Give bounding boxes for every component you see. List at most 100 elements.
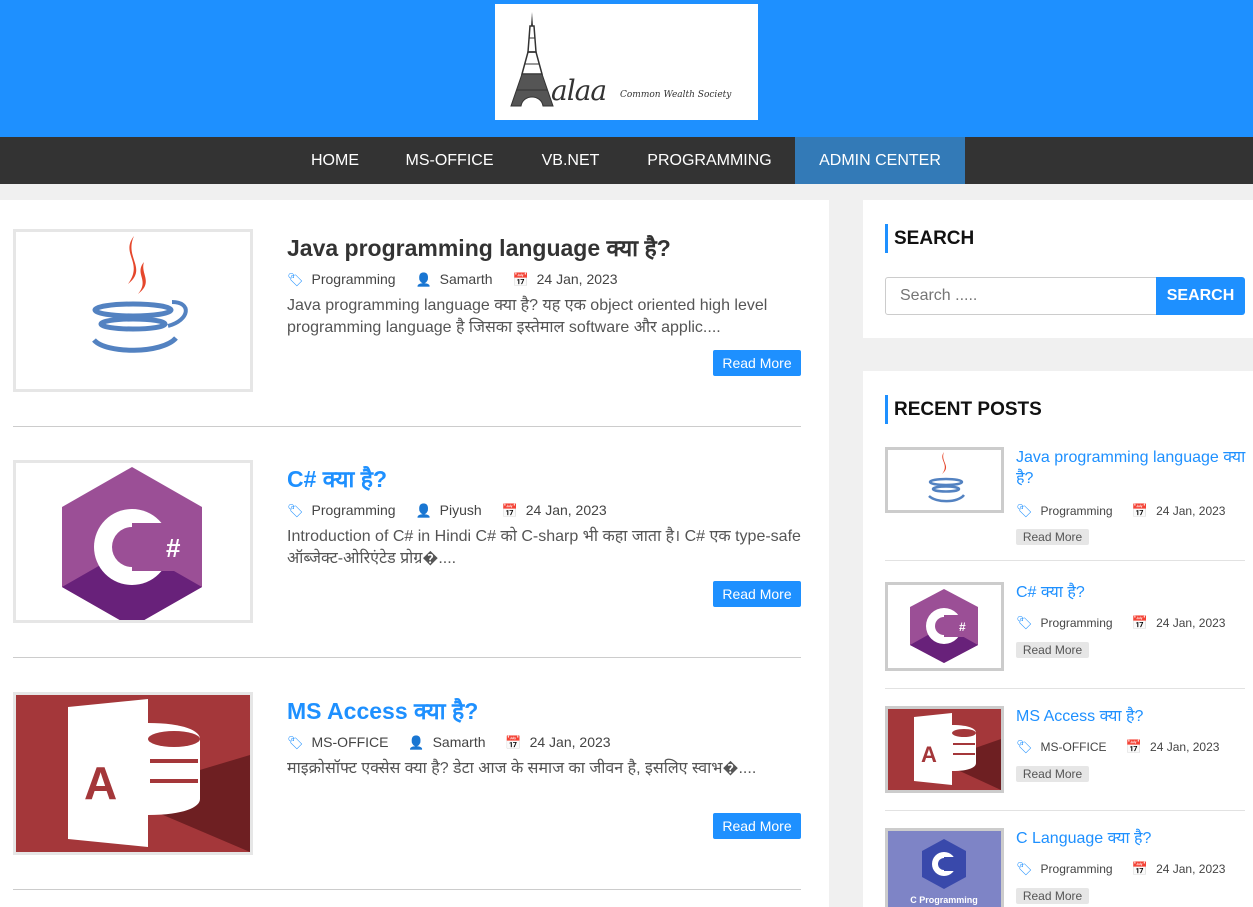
recent-post-category[interactable]: Programming	[1041, 504, 1113, 518]
divider	[13, 889, 801, 890]
ms-access-logo-icon: A	[16, 695, 250, 852]
post-date: 24 Jan, 2023	[536, 271, 618, 287]
tags-icon: 🏷	[287, 272, 304, 287]
recent-post-thumbnail[interactable]: A	[885, 706, 1004, 793]
recent-posts-widget: RECENT POSTS Java programming language क…	[863, 371, 1253, 907]
nav-ms-office[interactable]: MS-OFFICE	[394, 137, 505, 184]
post-category[interactable]: MS-OFFICE	[312, 734, 389, 750]
read-more-button[interactable]: Read More	[713, 813, 801, 839]
post-category[interactable]: Programming	[312, 502, 396, 518]
csharp-logo-icon: #	[62, 467, 202, 620]
nav-vb-net[interactable]: VB.NET	[529, 137, 612, 184]
site-header: alaa Common Wealth Society	[0, 0, 1253, 137]
recent-post-item: A MS Access क्या है? 🏷 MS-OFFICE 📅 24 Jan,…	[885, 706, 1245, 794]
recent-read-more-button[interactable]: Read More	[1016, 766, 1089, 782]
recent-post-meta: 🏷 Programming 📅 24 Jan, 2023	[1016, 503, 1241, 519]
recent-post-item: C Programming C Language क्या है? 🏷 Progr…	[885, 828, 1245, 907]
post-excerpt: Java programming language क्या है? यह एक…	[287, 297, 768, 336]
divider	[13, 657, 801, 658]
post-title[interactable]: MS Access क्या है?	[287, 694, 478, 726]
nav-admin-center[interactable]: ADMIN CENTER	[795, 137, 965, 184]
post-item: # C# क्या है? 🏷 Programming 👤 Piyush 📅 24 J…	[13, 460, 801, 625]
divider	[13, 426, 801, 427]
search-widget-title: SEARCH	[885, 224, 974, 253]
user-icon: 👤	[415, 272, 432, 287]
post-category[interactable]: Programming	[312, 271, 396, 287]
main-nav: HOME MS-OFFICE VB.NET PROGRAMMING ADMIN …	[0, 137, 1253, 184]
tags-icon: 🏷	[1016, 739, 1033, 754]
calendar-icon: 📅	[501, 503, 518, 518]
eiffel-tower-icon	[510, 12, 554, 107]
recent-read-more-button[interactable]: Read More	[1016, 642, 1089, 658]
post-thumbnail[interactable]: A	[13, 692, 253, 855]
recent-post-meta: 🏷 Programming 📅 24 Jan, 2023	[1016, 861, 1241, 877]
tags-icon: 🏷	[1016, 615, 1033, 630]
recent-post-category[interactable]: Programming	[1041, 616, 1113, 630]
java-logo-icon	[92, 236, 188, 353]
logo-text: alaa	[551, 74, 607, 107]
post-item: A MS Access क्या है? 🏷 MS-OFFICE 👤 Samarth…	[13, 692, 801, 857]
nav-home[interactable]: HOME	[300, 137, 370, 184]
calendar-icon: 📅	[505, 735, 522, 750]
post-title[interactable]: Java programming language क्या है?	[287, 231, 671, 263]
recent-posts-title: RECENT POSTS	[885, 395, 1042, 424]
recent-post-date: 24 Jan, 2023	[1156, 504, 1226, 518]
thumb-caption: C Programming	[910, 895, 978, 905]
recent-read-more-button[interactable]: Read More	[1016, 888, 1089, 904]
recent-post-meta: 🏷 MS-OFFICE 📅 24 Jan, 2023	[1016, 739, 1235, 755]
post-item: Java programming language क्या है? 🏷 Prog…	[13, 229, 801, 394]
tags-icon: 🏷	[287, 735, 304, 750]
post-thumbnail[interactable]: #	[13, 460, 253, 623]
post-thumbnail[interactable]	[13, 229, 253, 392]
post-date: 24 Jan, 2023	[529, 734, 611, 750]
recent-post-title[interactable]: MS Access क्या है?	[1016, 706, 1246, 727]
svg-text:A: A	[921, 742, 937, 767]
post-author[interactable]: Samarth	[440, 271, 493, 287]
ms-access-logo-icon: A	[888, 709, 1001, 790]
recent-post-category[interactable]: MS-OFFICE	[1041, 740, 1107, 754]
tags-icon: 🏷	[287, 503, 304, 518]
recent-post-title[interactable]: C Language क्या है?	[1016, 828, 1246, 849]
recent-post-thumbnail[interactable]	[885, 447, 1004, 513]
svg-text:A: A	[84, 757, 117, 809]
recent-post-title[interactable]: Java programming language क्या है?	[1016, 447, 1246, 489]
user-icon: 👤	[415, 503, 432, 518]
recent-post-meta: 🏷 Programming 📅 24 Jan, 2023	[1016, 615, 1241, 631]
calendar-icon: 📅	[1125, 739, 1143, 754]
post-author[interactable]: Samarth	[433, 734, 486, 750]
recent-post-thumbnail[interactable]: #	[885, 582, 1004, 671]
post-excerpt: Introduction of C# in Hindi C# को C-shar…	[287, 528, 801, 567]
c-language-logo-icon: C Programming	[888, 831, 1001, 907]
read-more-button[interactable]: Read More	[713, 350, 801, 376]
calendar-icon: 📅	[1131, 503, 1149, 518]
recent-post-item: Java programming language क्या है? 🏷 Prog…	[885, 447, 1245, 557]
post-meta: 🏷 Programming 👤 Samarth 📅 24 Jan, 2023	[287, 271, 634, 288]
divider	[885, 688, 1245, 689]
logo-subtitle: Common Wealth Society	[620, 90, 732, 100]
divider	[885, 810, 1245, 811]
calendar-icon: 📅	[1131, 615, 1149, 630]
nav-programming[interactable]: PROGRAMMING	[636, 137, 783, 184]
recent-read-more-button[interactable]: Read More	[1016, 529, 1089, 545]
recent-post-date: 24 Jan, 2023	[1156, 616, 1226, 630]
recent-post-title[interactable]: C# क्या है?	[1016, 582, 1246, 603]
svg-text:#: #	[166, 533, 181, 563]
search-button[interactable]: SEARCH	[1156, 277, 1245, 315]
post-author[interactable]: Piyush	[440, 502, 482, 518]
site-logo[interactable]: alaa Common Wealth Society	[495, 4, 758, 120]
recent-post-category[interactable]: Programming	[1041, 862, 1113, 876]
post-excerpt: माइक्रोसॉफ्ट एक्सेस क्या है? डेटा आज के …	[287, 760, 757, 777]
csharp-logo-icon: #	[910, 589, 978, 663]
read-more-button[interactable]: Read More	[713, 581, 801, 607]
java-logo-icon	[928, 452, 965, 503]
post-date: 24 Jan, 2023	[525, 502, 607, 518]
recent-post-date: 24 Jan, 2023	[1150, 740, 1220, 754]
post-meta: 🏷 Programming 👤 Piyush 📅 24 Jan, 2023	[287, 502, 623, 519]
tags-icon: 🏷	[1016, 861, 1033, 876]
calendar-icon: 📅	[512, 272, 529, 287]
recent-post-thumbnail[interactable]: C Programming	[885, 828, 1004, 907]
post-title[interactable]: C# क्या है?	[287, 462, 387, 494]
search-input[interactable]	[885, 277, 1157, 315]
svg-text:#: #	[959, 620, 966, 634]
recent-post-date: 24 Jan, 2023	[1156, 862, 1226, 876]
